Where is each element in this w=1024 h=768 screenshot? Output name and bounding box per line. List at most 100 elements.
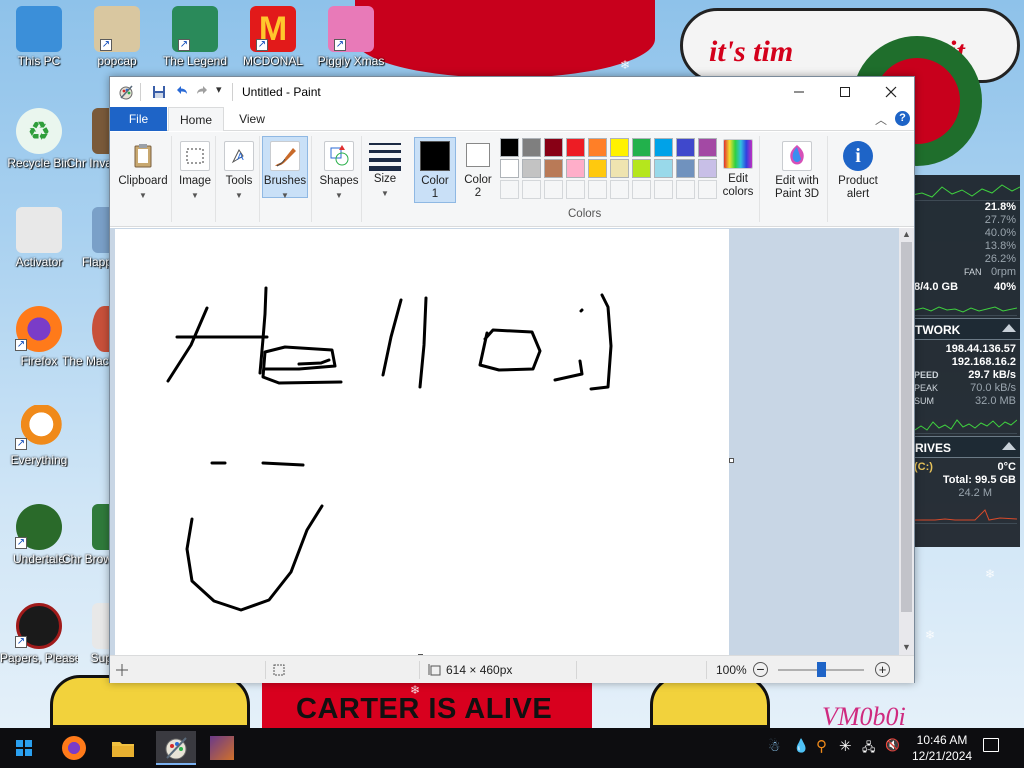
collapse-arrow-icon[interactable] <box>1002 324 1016 332</box>
palette-color-swatch[interactable] <box>610 180 629 199</box>
palette-color-swatch[interactable] <box>610 138 629 157</box>
shapes-icon <box>324 141 354 171</box>
palette-color-swatch[interactable] <box>698 159 717 178</box>
palette-color-swatch[interactable] <box>654 180 673 199</box>
redo-icon[interactable] <box>195 84 211 100</box>
desktop-icon-this-pc[interactable]: This PC <box>0 6 78 68</box>
product-alert-button[interactable]: i Product alert <box>832 139 884 201</box>
palette-color-swatch[interactable] <box>632 159 651 178</box>
image-button[interactable]: Image ▼ <box>176 139 214 202</box>
edit-colors-button[interactable]: Edit colors <box>718 137 758 199</box>
tab-file[interactable]: File <box>110 107 167 131</box>
desktop-icon-chr-brow[interactable]: Chr Brow <box>62 504 116 566</box>
tab-view[interactable]: View <box>228 107 276 131</box>
clipboard-button[interactable]: Clipboard ▼ <box>116 139 170 202</box>
taskbar-game[interactable] <box>208 734 236 762</box>
volume-muted-icon[interactable]: 🔇 <box>885 738 900 752</box>
desktop-icon-piggly-xmas[interactable]: ↗ Piggly Xmas <box>312 6 390 68</box>
desktop-icon-sup[interactable]: Sup <box>62 603 116 665</box>
tray-drop-icon[interactable]: 💧 <box>793 738 809 754</box>
collapse-ribbon-chevron-up-icon[interactable]: ︿ <box>875 111 887 128</box>
tray-search-icon[interactable]: ⚲ <box>816 737 827 755</box>
tray-app-icon[interactable]: ☃ <box>768 738 781 755</box>
palette-color-swatch[interactable] <box>500 159 519 178</box>
tools-button[interactable]: A Tools ▼ <box>220 139 258 202</box>
palette-color-swatch[interactable] <box>676 159 695 178</box>
palette-color-swatch[interactable] <box>588 138 607 157</box>
palette-color-swatch[interactable] <box>544 138 563 157</box>
palette-color-swatch[interactable] <box>544 180 563 199</box>
help-icon[interactable]: ? <box>895 111 910 126</box>
palette-color-swatch[interactable] <box>610 159 629 178</box>
tab-home[interactable]: Home <box>168 107 224 131</box>
palette-color-swatch[interactable] <box>698 180 717 199</box>
maximize-icon <box>840 87 850 97</box>
collapse-arrow-icon[interactable] <box>1002 442 1016 450</box>
zoom-in-button[interactable]: + <box>875 662 890 677</box>
palette-color-swatch[interactable] <box>654 138 673 157</box>
desktop-icon-flapp[interactable]: Flapp <box>62 207 116 269</box>
palette-color-swatch[interactable] <box>522 180 541 199</box>
taskbar-paint[interactable] <box>156 731 196 765</box>
shortcut-arrow-icon: ↗ <box>178 39 190 51</box>
taskbar-clock[interactable]: 10:46 AM 12/21/2024 <box>912 732 972 764</box>
brushes-button[interactable]: Brushes ▼ <box>262 136 308 200</box>
status-divider <box>265 661 266 679</box>
palette-color-swatch[interactable] <box>632 180 651 199</box>
resize-handle-right[interactable] <box>729 458 734 463</box>
desktop-icon-mcdonal[interactable]: M ↗ MCDONAL <box>234 6 312 68</box>
cpu-row: 13.8% <box>984 240 1016 252</box>
size-button[interactable]: Size ▼ <box>366 139 404 200</box>
minimize-button[interactable] <box>776 77 822 107</box>
palette-color-swatch[interactable] <box>588 180 607 199</box>
desktop-icon-everything[interactable]: ↗ Everything <box>0 405 78 467</box>
customize-toolbar-chevron-down-icon[interactable]: ▾ <box>216 83 222 96</box>
edit-with-paint-3d-button[interactable]: Edit with Paint 3D <box>768 139 826 201</box>
zoom-slider-thumb[interactable] <box>817 662 826 677</box>
ribbon-home: Clipboard ▼ Image ▼ A Tools ▼ Brushes ▼ … <box>110 132 914 227</box>
palette-color-swatch[interactable] <box>522 138 541 157</box>
scroll-down-arrow-icon[interactable]: ▼ <box>902 642 911 652</box>
fan-row: FAN 0rpm <box>964 266 1016 278</box>
tray-star-icon[interactable]: ✳ <box>839 737 852 755</box>
zoom-out-button[interactable]: − <box>753 662 768 677</box>
network-row: 192.168.16.2 <box>951 356 1016 368</box>
undo-icon[interactable] <box>173 84 189 100</box>
vertical-scrollbar[interactable]: ▲ ▼ <box>899 228 914 655</box>
save-icon[interactable] <box>151 84 167 100</box>
drives-header: RIVES <box>912 436 1020 458</box>
taskbar-firefox[interactable] <box>60 734 88 762</box>
maximize-button[interactable] <box>822 77 868 107</box>
start-button[interactable] <box>10 734 38 762</box>
scrollbar-thumb[interactable] <box>901 242 912 612</box>
scroll-up-arrow-icon[interactable]: ▲ <box>902 229 911 239</box>
color-2-button[interactable]: Color 2 <box>460 137 496 203</box>
notifications-icon[interactable] <box>983 738 999 752</box>
title-bar[interactable]: ▾ Untitled - Paint <box>110 77 914 107</box>
desktop-icon-the-mach[interactable]: The Mach <box>62 306 116 368</box>
palette-color-swatch[interactable] <box>676 180 695 199</box>
palette-color-swatch[interactable] <box>654 159 673 178</box>
desktop-icon-chr-inva[interactable]: Chr Inva <box>62 108 116 170</box>
tray-network-icon[interactable]: 🖧 <box>862 738 875 759</box>
palette-color-swatch[interactable] <box>566 180 585 199</box>
activator-icon <box>16 207 62 253</box>
palette-color-swatch[interactable] <box>566 159 585 178</box>
palette-color-swatch[interactable] <box>698 138 717 157</box>
palette-color-swatch[interactable] <box>500 180 519 199</box>
desktop-icon-popcap[interactable]: ↗ popcap <box>78 6 156 68</box>
palette-color-swatch[interactable] <box>500 138 519 157</box>
close-button[interactable] <box>868 77 914 107</box>
palette-color-swatch[interactable] <box>522 159 541 178</box>
palette-color-swatch[interactable] <box>544 159 563 178</box>
drawing-canvas[interactable] <box>115 229 729 655</box>
desktop-icon-the-legend[interactable]: ↗ The Legend <box>156 6 234 68</box>
palette-color-swatch[interactable] <box>632 138 651 157</box>
palette-color-swatch[interactable] <box>566 138 585 157</box>
taskbar-file-explorer[interactable] <box>109 734 137 762</box>
canvas-workspace[interactable] <box>110 228 900 655</box>
palette-color-swatch[interactable] <box>676 138 695 157</box>
palette-color-swatch[interactable] <box>588 159 607 178</box>
shapes-button[interactable]: Shapes ▼ <box>318 139 360 202</box>
color-1-button[interactable]: Color 1 <box>414 137 456 203</box>
